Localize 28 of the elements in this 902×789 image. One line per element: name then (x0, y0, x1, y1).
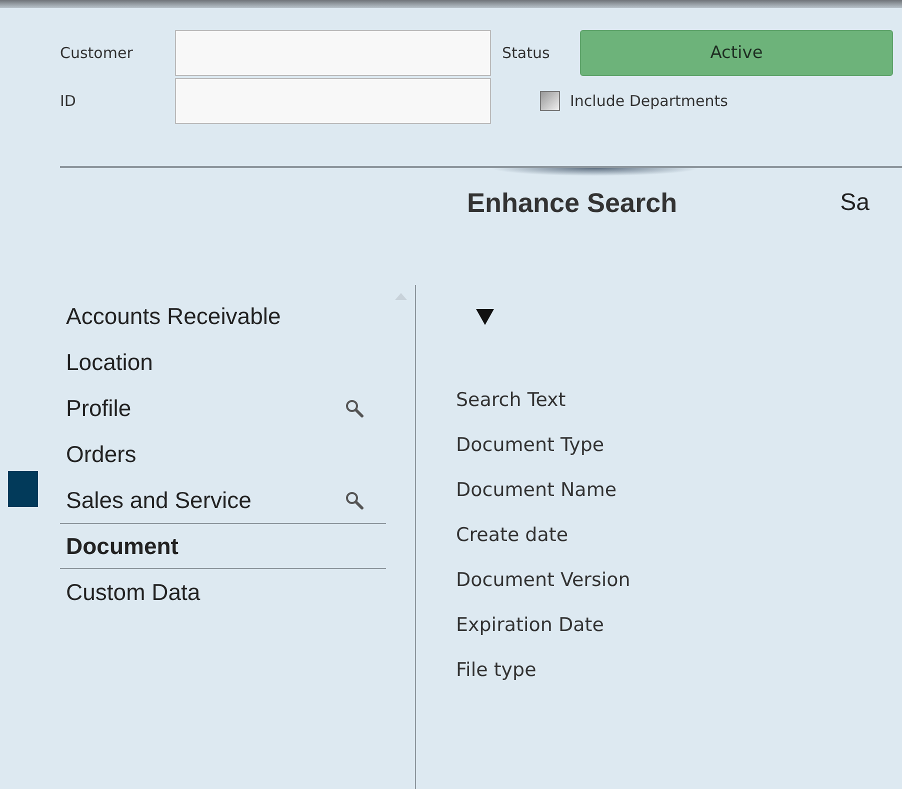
search-icon[interactable] (344, 490, 364, 510)
field-name[interactable]: Document Version (456, 569, 630, 614)
id-field[interactable] (175, 78, 491, 124)
checkbox[interactable] (540, 91, 560, 111)
id-label: ID (60, 92, 77, 110)
checkbox-label: Include Departments (570, 92, 728, 110)
category-item[interactable]: Profile (60, 385, 386, 431)
field-name[interactable]: Expiration Date (456, 614, 630, 659)
section-heading: Enhance Search (467, 188, 678, 218)
field-name[interactable]: Document Type (456, 434, 630, 479)
customer-label: Customer (60, 44, 134, 62)
customer-field[interactable] (175, 30, 491, 76)
field-name[interactable]: Document Name (456, 479, 630, 524)
side-marker (8, 471, 38, 507)
category-item[interactable]: Sales and Service (60, 477, 386, 523)
section-heading: Sa (840, 189, 870, 217)
category-item[interactable]: Location (60, 339, 386, 385)
caret-icon[interactable] (476, 309, 494, 325)
category-item[interactable]: Custom Data (60, 569, 386, 615)
category-item[interactable]: Orders (60, 431, 386, 477)
status-label: Status (501, 44, 551, 62)
category-item[interactable]: Accounts Receivable (60, 293, 386, 339)
field-name[interactable]: Create date (456, 524, 630, 569)
status-button[interactable]: Active (580, 30, 893, 76)
search-icon[interactable] (344, 398, 364, 418)
field-name[interactable]: Search Text (456, 389, 630, 434)
category-item[interactable]: Document (60, 523, 386, 569)
field-name[interactable]: File type (456, 659, 630, 704)
